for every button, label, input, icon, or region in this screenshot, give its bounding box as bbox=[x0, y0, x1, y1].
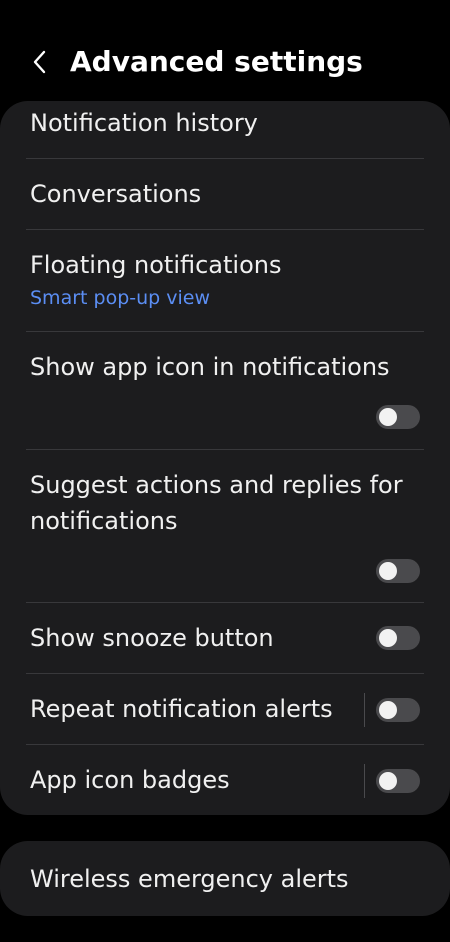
setting-label: Show app icon in notifications bbox=[30, 353, 390, 381]
setting-suggest-actions[interactable]: Suggest actions and replies for notifica… bbox=[0, 450, 450, 602]
advanced-settings-screen: Advanced settings Notification history C… bbox=[0, 0, 450, 942]
app-bar: Advanced settings bbox=[0, 0, 450, 100]
toggle-knob bbox=[379, 562, 397, 580]
setting-floating-notifications[interactable]: Floating notifications Smart pop-up view bbox=[0, 230, 450, 331]
settings-list-card: Notification history Conversations Float… bbox=[0, 101, 450, 815]
toggle-knob bbox=[379, 701, 397, 719]
back-button[interactable] bbox=[20, 40, 60, 84]
setting-show-app-icon[interactable]: Show app icon in notifications bbox=[0, 332, 450, 449]
page-title: Advanced settings bbox=[70, 45, 363, 78]
app-icon-badges-toggle[interactable] bbox=[376, 769, 420, 793]
chevron-left-icon bbox=[33, 50, 46, 74]
setting-wireless-emergency-alerts[interactable]: Wireless emergency alerts bbox=[0, 841, 450, 916]
setting-label: Floating notifications bbox=[30, 251, 282, 279]
toggle-knob bbox=[379, 629, 397, 647]
show-app-icon-toggle[interactable] bbox=[376, 405, 420, 429]
setting-label: App icon badges bbox=[30, 766, 230, 794]
toggle-knob bbox=[379, 408, 397, 426]
repeat-alerts-toggle[interactable] bbox=[376, 698, 420, 722]
setting-label: Repeat notification alerts bbox=[30, 695, 333, 723]
setting-label: Suggest actions and replies for notifica… bbox=[30, 471, 403, 535]
wireless-alerts-card: Wireless emergency alerts bbox=[0, 841, 450, 916]
setting-show-snooze[interactable]: Show snooze button bbox=[0, 603, 450, 673]
vertical-separator bbox=[364, 764, 365, 798]
setting-notification-history[interactable]: Notification history bbox=[0, 101, 450, 159]
setting-label: Wireless emergency alerts bbox=[30, 865, 349, 893]
setting-label: Notification history bbox=[30, 109, 258, 137]
setting-label: Conversations bbox=[30, 180, 202, 208]
suggest-actions-toggle[interactable] bbox=[376, 559, 420, 583]
setting-label: Show snooze button bbox=[30, 624, 274, 652]
setting-repeat-alerts[interactable]: Repeat notification alerts bbox=[0, 674, 450, 745]
setting-app-icon-badges[interactable]: App icon badges bbox=[0, 745, 450, 815]
toggle-knob bbox=[379, 772, 397, 790]
setting-conversations[interactable]: Conversations bbox=[0, 159, 450, 230]
setting-sublabel: Smart pop-up view bbox=[30, 287, 211, 309]
show-snooze-toggle[interactable] bbox=[376, 626, 420, 650]
vertical-separator bbox=[364, 693, 365, 727]
